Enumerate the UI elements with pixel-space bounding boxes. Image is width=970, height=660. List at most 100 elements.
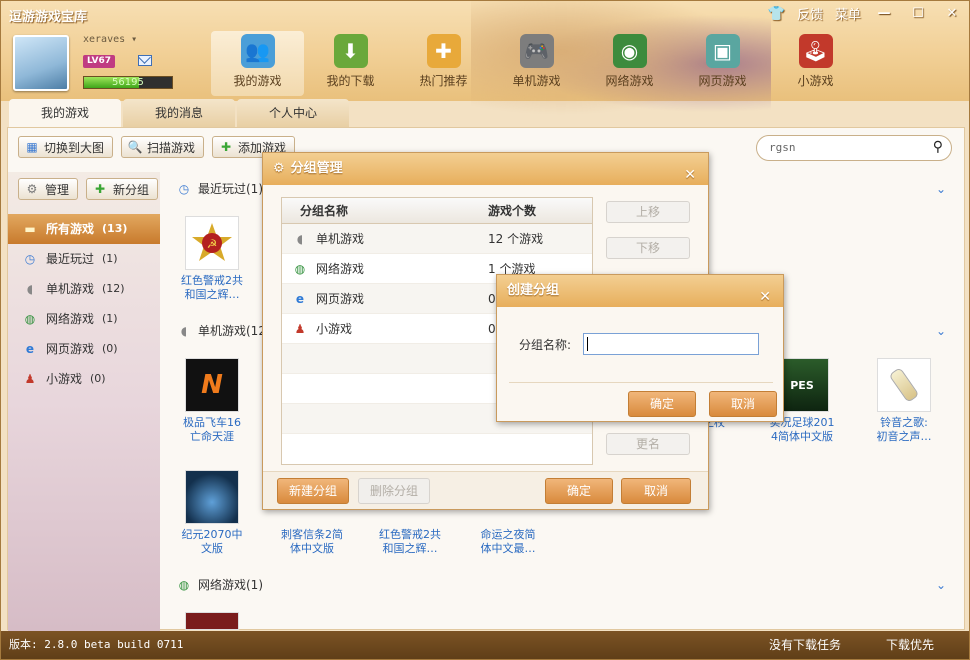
main-nav: 👥 我的游戏 ⬇ 我的下载 ✚ 热门推荐 🎮 单机游戏 ◉ 网络游戏 ▣ 网页游 [211, 31, 862, 96]
red-alert-icon: ☭ [192, 223, 232, 261]
level-badge: LV67 [83, 55, 115, 68]
sidebar-item-count: (0) [90, 372, 106, 385]
game-name: 刺客信条2简 [281, 528, 343, 541]
game-item[interactable]: 铃音之歌: 初音之声… [864, 358, 944, 444]
minimize-button[interactable]: — [873, 5, 895, 23]
manage-button[interactable]: ⚙ 管理 [18, 178, 79, 200]
search-icon[interactable]: ⚲ [933, 139, 943, 155]
new-group-label: 新分组 [113, 182, 150, 197]
section-title: 网络游戏(1) [198, 578, 263, 592]
move-down-button[interactable]: 下移 [606, 237, 690, 259]
close-icon[interactable]: ✕ [684, 159, 696, 191]
section-recent-header[interactable]: ◷ 最近玩过(1) [176, 180, 263, 197]
nav-my-downloads[interactable]: ⬇ 我的下载 [304, 31, 397, 96]
nav-hot-recommend[interactable]: ✚ 热门推荐 [397, 31, 490, 96]
nav-web-games[interactable]: ▣ 网页游戏 [676, 31, 769, 96]
sidebar-item-label: 网页游戏 [46, 342, 95, 356]
download-icon: ⬇ [333, 34, 368, 68]
game-name: 初音之声… [876, 430, 932, 443]
sidebar-item-recent[interactable]: ◷ 最近玩过 (1) [8, 244, 160, 274]
sidebar-item-count: (1) [102, 312, 118, 325]
nav-single-games[interactable]: 🎮 单机游戏 [490, 31, 583, 96]
game-name: 极品飞车16 [183, 416, 241, 429]
globe-icon: ◍ [294, 261, 306, 276]
tab-personal-center[interactable]: 个人中心 [237, 99, 349, 127]
toolbar: ▦ 切换到大图 🔍 扫描游戏 ✚ 添加游戏 [18, 136, 296, 158]
sidebar-item-mini[interactable]: ♟ 小游戏 (0) [8, 364, 160, 394]
section-single-header[interactable]: ◖ 单机游戏(12 [176, 322, 266, 339]
sidebar-item-online[interactable]: ◍ 网络游戏 (1) [8, 304, 160, 334]
new-group-button[interactable]: ✚ 新分组 [86, 178, 159, 200]
col-group-name: 分组名称 [300, 204, 349, 218]
dialog-title-bar: ⚙ 分组管理 ✕ [263, 153, 708, 185]
mouse-icon: ◖ [180, 323, 188, 338]
joystick-icon: ♟ [294, 321, 306, 336]
game-item[interactable]: ☭ 红色警戒2共 和国之辉… [172, 216, 252, 302]
game-name: 和国之辉… [382, 542, 438, 555]
game-count: 12 个游戏 [488, 232, 544, 246]
my-games-icon: 👥 [240, 34, 275, 68]
folder-icon: ▬ [24, 222, 36, 236]
mail-icon[interactable] [138, 55, 152, 66]
section-online-header[interactable]: ◍ 网络游戏(1) [176, 576, 263, 593]
sidebar-item-count: (0) [102, 342, 118, 355]
game-item[interactable]: 纪元2070中 文版 [172, 470, 252, 556]
sidebar-item-single[interactable]: ◖ 单机游戏 (12) [8, 274, 160, 304]
delete-group-button[interactable]: 删除分组 [358, 478, 430, 504]
close-icon[interactable]: ✕ [759, 281, 771, 313]
nav-my-games[interactable]: 👥 我的游戏 [211, 31, 304, 96]
app-window: 逗游游戏宝库 👕 反馈 菜单 — ☐ ✕ xeraves ▾ LV67 5619… [0, 0, 970, 660]
nav-mini-games[interactable]: 🕹 小游戏 [769, 31, 862, 96]
window-controls: 👕 反馈 菜单 — ☐ ✕ [768, 4, 963, 24]
download-task-status[interactable]: 没有下载任务 [769, 631, 841, 659]
sidebar-item-label: 最近玩过 [46, 252, 95, 266]
app-title: 逗游游戏宝库 [9, 10, 88, 25]
new-group-button[interactable]: 新建分组 [277, 478, 349, 504]
chevron-down-icon[interactable]: ⌄ [936, 578, 946, 592]
game-name: 文版 [201, 542, 223, 555]
magnifier-icon: 🔍 [127, 140, 143, 154]
menu-link[interactable]: 菜单 [835, 4, 861, 23]
tab-my-games[interactable]: 我的游戏 [9, 99, 121, 127]
chevron-down-icon[interactable]: ⌄ [936, 182, 946, 196]
rename-button[interactable]: 更名 [606, 433, 690, 455]
download-priority-link[interactable]: 下载优先 [886, 631, 934, 659]
tab-my-messages[interactable]: 我的消息 [123, 99, 235, 127]
sidebar-item-web[interactable]: e 网页游戏 (0) [8, 334, 160, 364]
maximize-button[interactable]: ☐ [907, 5, 929, 23]
gear-icon: ⚙ [26, 182, 38, 196]
game-thumbnail: ☭ [185, 216, 239, 270]
joystick-icon: ♟ [24, 372, 36, 386]
ok-button[interactable]: 确定 [628, 391, 696, 417]
avatar[interactable] [13, 35, 69, 91]
sidebar-item-all-games[interactable]: ▬ 所有游戏 (13) [8, 214, 160, 244]
cancel-button[interactable]: 取消 [621, 478, 691, 504]
switch-view-button[interactable]: ▦ 切换到大图 [18, 136, 114, 158]
sidebar-item-count: (12) [102, 282, 125, 295]
cancel-button[interactable]: 取消 [709, 391, 777, 417]
bottle-icon [888, 367, 920, 403]
nav-online-games[interactable]: ◉ 网络游戏 [583, 31, 676, 96]
close-button[interactable]: ✕ [941, 5, 963, 23]
group-list: ▬ 所有游戏 (13) ◷ 最近玩过 (1) ◖ 单机游戏 (12) ◍ 网络游… [8, 214, 160, 394]
switch-view-label: 切换到大图 [44, 140, 105, 155]
game-name: 体中文版 [290, 542, 334, 555]
clock-icon: ◷ [24, 252, 36, 266]
group-table-header: 分组名称 游戏个数 [282, 198, 592, 224]
status-bar: 版本: 2.8.0 beta build 0711 没有下载任务 下载优先 [1, 631, 969, 659]
svg-text:☭: ☭ [207, 237, 218, 251]
search-input[interactable] [769, 141, 919, 154]
table-row[interactable]: ◖ 单机游戏 12 个游戏 [282, 224, 592, 254]
chevron-down-icon[interactable]: ⌄ [936, 324, 946, 338]
sidebar-item-count: (13) [102, 222, 128, 235]
game-name: 红色警戒2共 [181, 274, 243, 287]
username[interactable]: xeraves ▾ [83, 34, 137, 45]
ok-button[interactable]: 确定 [545, 478, 613, 504]
skin-icon[interactable]: 👕 [768, 6, 785, 22]
scan-games-button[interactable]: 🔍 扫描游戏 [121, 136, 205, 158]
xp-value: 56195 [112, 77, 144, 88]
game-item[interactable]: N 极品飞车16 亡命天涯 [172, 358, 252, 444]
move-up-button[interactable]: 上移 [606, 201, 690, 223]
feedback-link[interactable]: 反馈 [797, 4, 823, 23]
group-name-input[interactable] [583, 333, 759, 355]
